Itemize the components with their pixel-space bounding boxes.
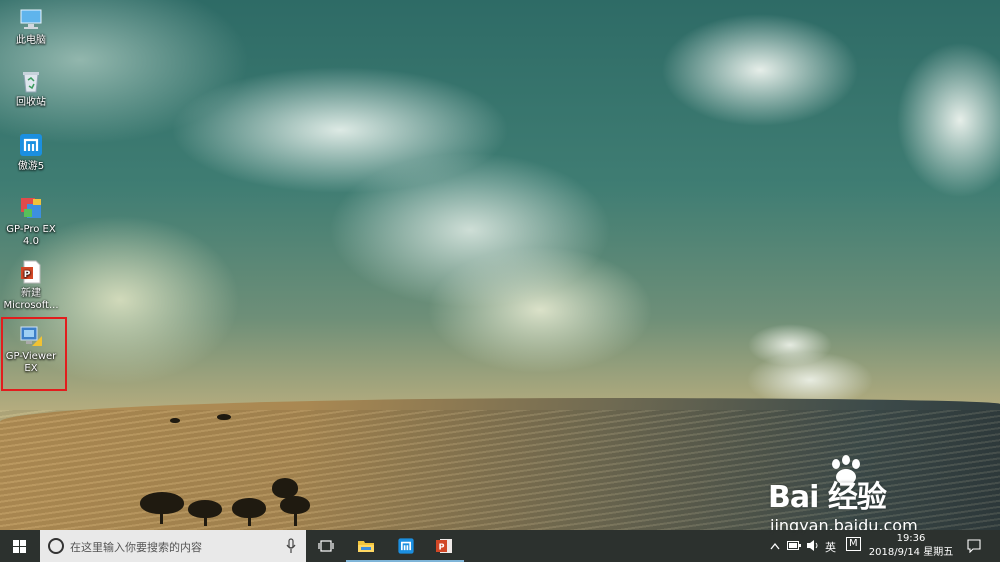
desktop-icon-gp-pro-ex[interactable]: GP-Pro EX 4.0 [3, 195, 59, 248]
clock-time: 19:36 [896, 533, 926, 544]
task-view-icon [318, 540, 334, 552]
maxthon-icon [18, 132, 44, 158]
task-view-button[interactable] [306, 530, 346, 562]
maxthon-icon [398, 538, 414, 554]
battery-icon[interactable] [787, 541, 801, 550]
desktop-icon-label: 傲游5 [17, 161, 45, 172]
folder-icon [358, 541, 374, 552]
notification-center-icon[interactable] [967, 539, 981, 553]
watermark-brand: Bai 经验 [768, 480, 887, 515]
svg-text:P: P [439, 543, 445, 552]
cortana-icon [48, 538, 64, 554]
taskbar-clock[interactable]: 19:36 2018/9/14 星期五 [866, 532, 956, 560]
powerpoint-icon: P [436, 539, 452, 553]
desktop-icon-label: GP-Pro EX 4.0 [6, 224, 56, 247]
selection-highlight-box [1, 317, 67, 391]
search-placeholder: 在这里输入你要搜索的内容 [70, 541, 202, 554]
maxthon-taskbar-button[interactable] [386, 530, 426, 562]
desktop-icon-this-pc[interactable]: 此电脑 [3, 6, 59, 47]
desktop-icon-label: 此电脑 [16, 35, 46, 46]
gp-pro-ex-icon [18, 195, 44, 221]
recycle-bin-icon [18, 68, 44, 94]
svg-text:P: P [24, 270, 31, 280]
ime-language-indicator[interactable]: 英 [825, 539, 836, 555]
volume-icon[interactable] [806, 539, 820, 552]
taskbar: 在这里输入你要搜索的内容 P 英 M 19:36 2018/9/14 星期五 [0, 530, 1000, 562]
computer-icon [18, 6, 44, 32]
windows-logo-icon [13, 540, 26, 553]
file-explorer-button[interactable] [346, 530, 386, 562]
taskbar-search-box[interactable]: 在这里输入你要搜索的内容 [40, 530, 306, 562]
microphone-icon[interactable] [286, 538, 296, 554]
desktop-icon-label: 回收站 [16, 97, 46, 108]
show-hidden-icons-icon[interactable] [770, 542, 780, 550]
desktop-icon-recycle-bin[interactable]: 回收站 [3, 68, 59, 109]
clock-date: 2018/9/14 星期五 [868, 547, 954, 558]
start-button[interactable] [0, 530, 40, 562]
desktop-icon-maxthon[interactable]: 傲游5 [3, 132, 59, 173]
ime-mode-indicator[interactable]: M [846, 537, 861, 551]
powerpoint-taskbar-button[interactable]: P [424, 530, 464, 562]
baidu-jingyan-watermark: Bai 经验 jingyan.baidu.com [760, 452, 990, 542]
desktop-icon-new-powerpoint[interactable]: P 新建 Microsoft... [3, 259, 59, 312]
desktop-icon-label: 新建 Microsoft... [3, 288, 59, 311]
powerpoint-file-icon: P [18, 259, 44, 285]
desktop-wallpaper [0, 0, 1000, 530]
